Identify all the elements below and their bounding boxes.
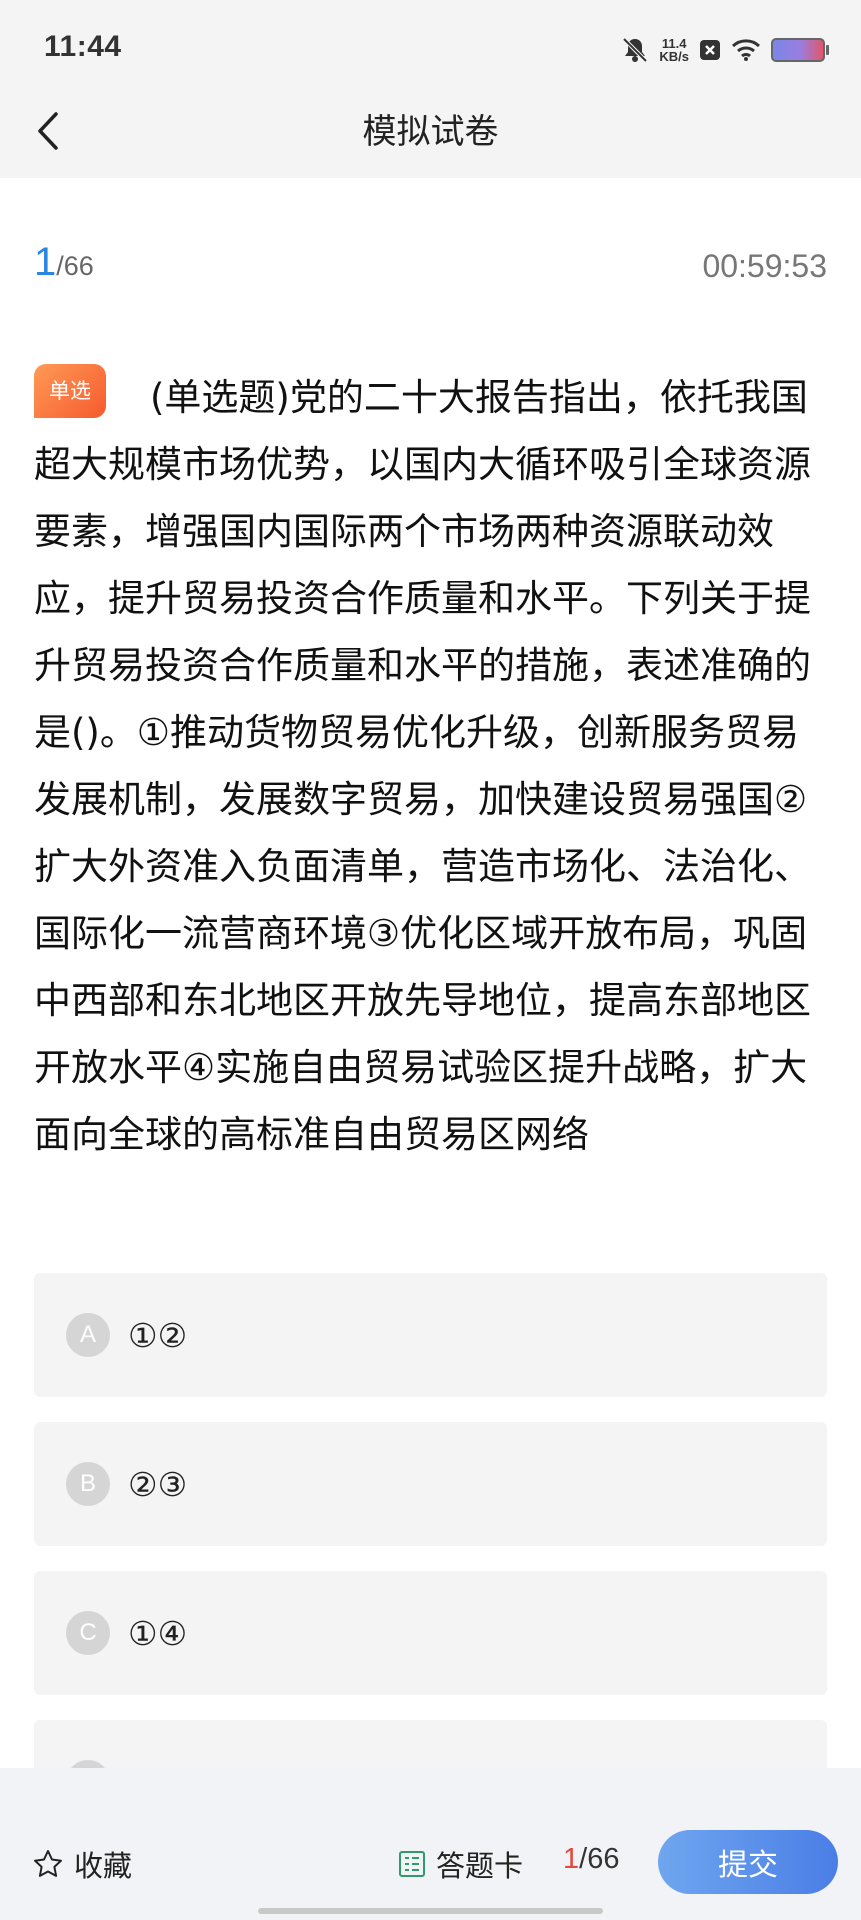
option-text: ②③ — [128, 1464, 188, 1504]
option-b[interactable]: B ②③ — [34, 1422, 827, 1546]
progress-total: /66 — [56, 251, 94, 281]
grid-icon — [399, 1851, 425, 1877]
question-type-badge: 单选 — [34, 364, 106, 418]
option-c[interactable]: C ①④ — [34, 1571, 827, 1695]
countdown-timer: 00:59:53 — [702, 248, 827, 284]
status-icons: 11.4 KB/s — [621, 32, 829, 68]
network-speed: 11.4 KB/s — [659, 36, 689, 64]
favorite-label: 收藏 — [74, 1849, 133, 1883]
page-title: 模拟试卷 — [362, 112, 499, 152]
option-text: ①② — [128, 1315, 188, 1355]
question-counter: 1/66 — [563, 1843, 620, 1875]
status-time: 11:44 — [44, 30, 122, 63]
mute-bell-icon — [622, 37, 648, 63]
battery-icon — [771, 38, 829, 62]
top-bar: 11:44 11.4 KB/s 模拟试卷 — [0, 0, 861, 178]
option-letter: C — [66, 1611, 110, 1655]
star-icon — [34, 1850, 62, 1877]
progress-current: 1 — [34, 240, 57, 284]
submit-button[interactable]: 提交 — [658, 1830, 838, 1894]
answer-card-button[interactable]: 答题卡 — [398, 1843, 523, 1885]
option-a[interactable]: A ①② — [34, 1273, 827, 1397]
question-progress: 1/66 — [34, 240, 94, 285]
wifi-icon — [731, 39, 761, 61]
option-text: ①④ — [128, 1613, 188, 1653]
question-text: (单选题)党的二十大报告指出，依托我国超大规模市场优势，以国内大循环吸引全球资源… — [34, 376, 811, 1156]
home-indicator — [258, 1908, 603, 1914]
favorite-button[interactable]: 收藏 — [32, 1843, 132, 1885]
notification-x-icon — [700, 40, 720, 60]
question-block: 单选 (单选题)党的二十大报告指出，依托我国超大规模市场优势，以国内大循环吸引全球… — [34, 364, 830, 1168]
option-letter: A — [66, 1313, 110, 1357]
answer-card-label: 答题卡 — [436, 1849, 524, 1883]
option-letter: B — [66, 1462, 110, 1506]
